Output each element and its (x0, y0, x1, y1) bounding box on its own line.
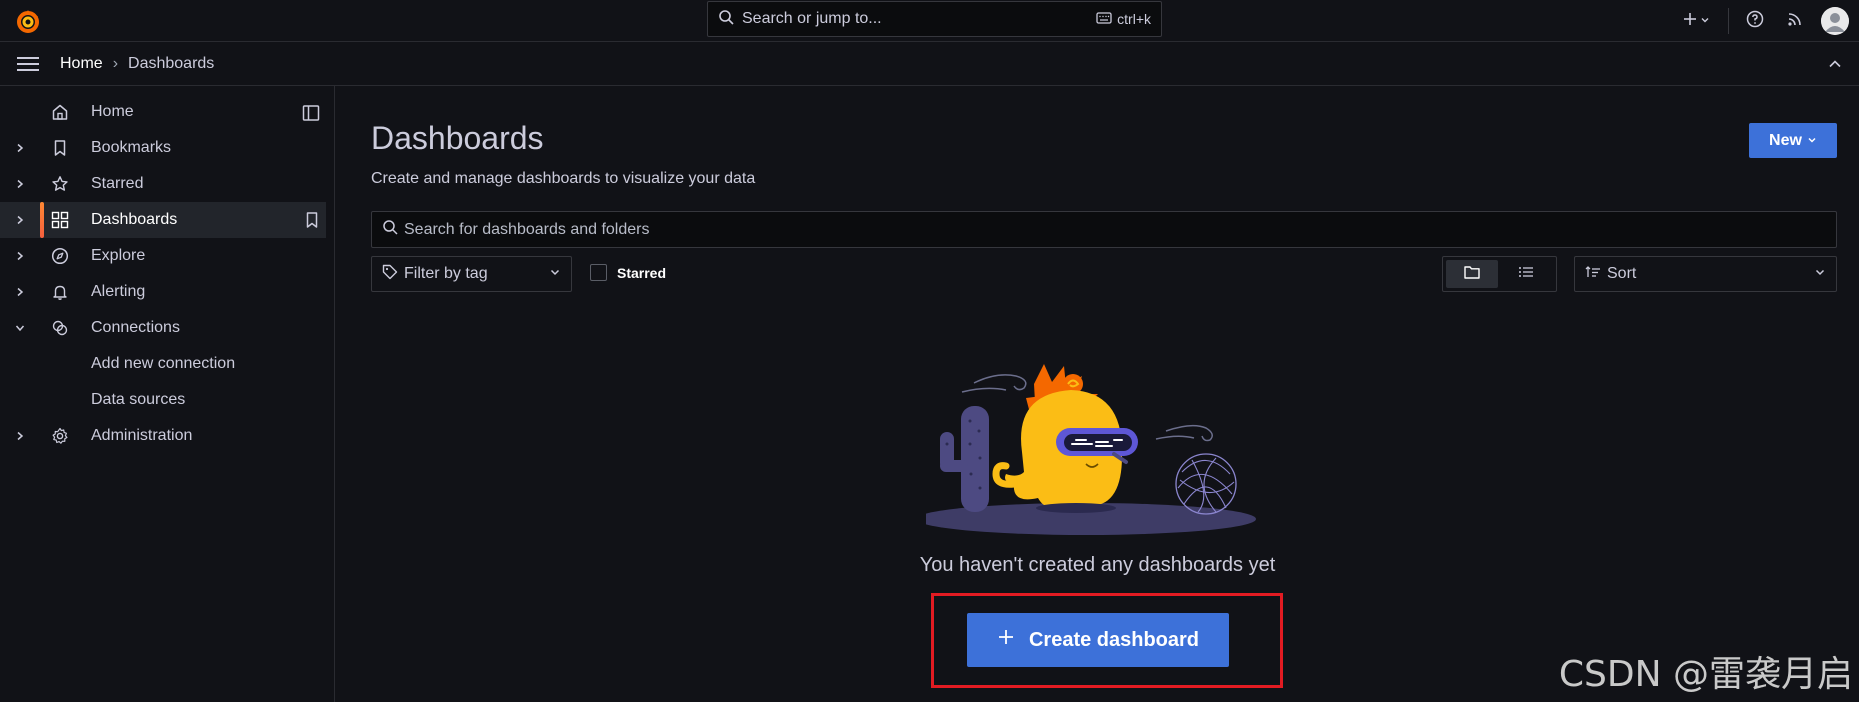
chevron-right-icon[interactable] (12, 428, 28, 444)
sidebar-item-administration[interactable]: Administration (0, 418, 335, 454)
compass-icon (50, 246, 70, 266)
starred-filter[interactable]: Starred (590, 264, 666, 281)
new-button-label: New (1769, 131, 1802, 149)
help-button[interactable] (1741, 7, 1769, 35)
sidebar-item-dashboards[interactable]: Dashboards (0, 202, 326, 238)
list-view-button[interactable] (1500, 260, 1552, 288)
tag-icon (382, 264, 398, 285)
sidebar-item-label: Starred (91, 175, 144, 192)
sidebar-item-label: Connections (91, 319, 180, 336)
search-icon (382, 219, 398, 240)
list-icon (1518, 265, 1534, 284)
empty-state-message: You haven't created any dashboards yet (919, 554, 1276, 576)
grafana-logo-icon[interactable] (14, 7, 42, 35)
watermark-text: CSDN @雷袭月启 (1558, 654, 1853, 695)
sidebar-item-explore[interactable]: Explore (0, 238, 335, 274)
sort-select[interactable]: Sort (1574, 256, 1837, 292)
chevron-down-icon[interactable] (12, 320, 28, 336)
divider (1728, 8, 1729, 34)
create-dashboard-button[interactable]: Create dashboard (967, 613, 1229, 667)
main-content: Dashboards Create and manage dashboards … (336, 86, 1859, 702)
shortcut-label: ctrl+k (1117, 11, 1151, 27)
tag-filter-placeholder: Filter by tag (404, 265, 488, 282)
sidebar-item-starred[interactable]: Starred (0, 166, 335, 202)
breadcrumb-bar: Home › Dashboards (0, 42, 1859, 86)
link-icon (50, 318, 70, 338)
help-icon (1746, 10, 1764, 33)
sidebar-item-label: Dashboards (91, 211, 178, 228)
apps-icon (50, 210, 70, 230)
sidebar-item-bookmarks[interactable]: Bookmarks (0, 130, 335, 166)
chevron-down-icon (1807, 132, 1817, 150)
plus-icon (997, 628, 1015, 652)
chevron-right-icon[interactable] (12, 248, 28, 264)
new-button[interactable]: New (1749, 123, 1837, 158)
page-subtitle: Create and manage dashboards to visualiz… (371, 170, 756, 187)
view-toggle (1442, 256, 1557, 292)
sidebar-item-label: Add new connection (91, 355, 236, 372)
add-menu-button[interactable] (1676, 7, 1716, 35)
sidebar-item-connections[interactable]: Connections (0, 310, 335, 346)
menu-toggle-button[interactable] (16, 53, 40, 75)
sidebar-item-label: Explore (91, 247, 146, 264)
top-actions (1676, 6, 1849, 36)
chevron-down-icon (1814, 265, 1826, 283)
sidebar-item-data-sources[interactable]: Data sources (0, 382, 335, 418)
bookmark-icon[interactable] (304, 211, 320, 234)
global-search-input[interactable]: Search or jump to... ctrl+k (707, 1, 1162, 37)
chevron-right-icon[interactable] (12, 140, 28, 156)
sidebar-item-label: Alerting (91, 283, 146, 300)
chevron-down-icon (1700, 12, 1710, 30)
chevron-down-icon (549, 265, 561, 283)
hamburger-icon (16, 57, 40, 79)
create-dashboard-label: Create dashboard (1028, 628, 1200, 651)
rss-icon (1787, 11, 1803, 32)
chevron-right-icon[interactable] (12, 284, 28, 300)
page-title: Dashboards (371, 120, 544, 156)
bookmark-icon (50, 138, 70, 158)
sidebar-item-label: Administration (91, 427, 193, 444)
user-avatar[interactable] (1821, 7, 1849, 35)
keyboard-shortcut: ctrl+k (1096, 11, 1151, 27)
chevron-right-icon[interactable] (12, 176, 28, 192)
sort-amount-icon (1585, 265, 1601, 284)
breadcrumb-separator: › (112, 55, 119, 72)
tag-filter-select[interactable]: Filter by tag (371, 256, 572, 292)
sort-placeholder: Sort (1607, 265, 1637, 282)
keyboard-icon (1096, 11, 1112, 27)
sidebar-nav: Home Bookmarks Starred Dashboards Explor… (0, 86, 335, 702)
sidebar-item-label: Data sources (91, 391, 186, 408)
chevron-up-icon (1825, 60, 1845, 78)
top-bar: Search or jump to... ctrl+k (0, 0, 1859, 42)
news-button[interactable] (1781, 7, 1809, 35)
sidebar-item-home[interactable]: Home (0, 94, 335, 130)
breadcrumb-current: Dashboards (128, 55, 215, 72)
folder-view-button[interactable] (1446, 260, 1498, 288)
home-icon (50, 102, 70, 122)
cog-icon (50, 426, 70, 446)
starred-checkbox[interactable] (590, 264, 607, 281)
dashboard-search-placeholder: Search for dashboards and folders (404, 220, 650, 238)
star-icon (50, 174, 70, 194)
breadcrumb-home-link[interactable]: Home (60, 55, 103, 73)
sidebar-item-add-new-connection[interactable]: Add new connection (0, 346, 335, 382)
global-search-placeholder: Search or jump to... (742, 10, 882, 27)
starred-checkbox-label: Starred (617, 264, 667, 281)
bell-icon (50, 282, 70, 302)
chevron-right-icon[interactable] (12, 212, 28, 228)
search-icon (718, 9, 734, 30)
sidebar-item-label: Home (91, 103, 134, 120)
plus-icon (1683, 12, 1697, 31)
collapse-header-button[interactable] (1825, 54, 1845, 74)
breadcrumb: Home › Dashboards (60, 42, 214, 86)
folder-icon (1464, 265, 1480, 284)
sidebar-item-label: Bookmarks (91, 139, 172, 156)
sidebar-item-alerting[interactable]: Alerting (0, 274, 335, 310)
dashboard-search-input[interactable]: Search for dashboards and folders (371, 211, 1837, 248)
